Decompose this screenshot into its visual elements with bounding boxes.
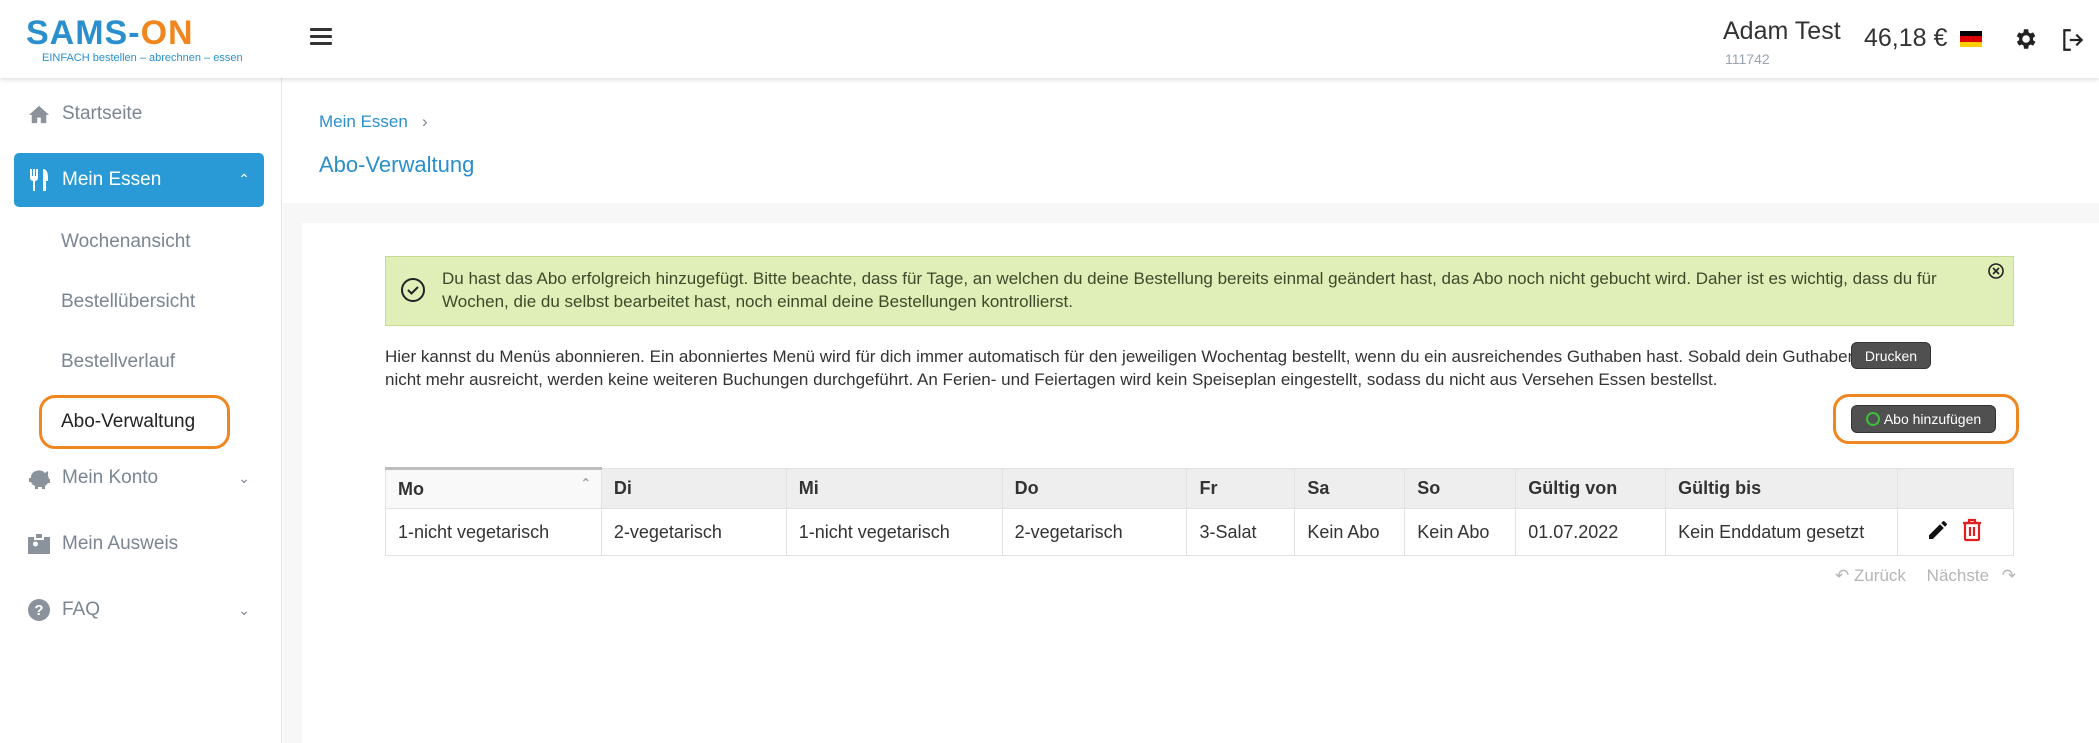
table-cell: 1-nicht vegetarisch [785,508,1003,556]
chevron-right-icon: › [422,112,428,131]
table-header-row: Mo ⌃ Di Mi Do Fr Sa So Gültig von Gültig … [385,467,2015,509]
edit-pencil-icon[interactable] [1926,518,1950,547]
column-header-gueltig-von[interactable]: Gültig von [1515,468,1667,509]
breadcrumb-link[interactable]: Mein Essen [319,112,408,132]
menu-toggle-icon[interactable] [310,28,334,50]
subscription-table: Mo ⌃ Di Mi Do Fr Sa So Gültig von Gültig … [385,467,2015,556]
page-title: Abo-Verwaltung [319,152,475,177]
table-cell: 2-vegetarisch [600,508,787,556]
alert-message: Du hast das Abo erfolgreich hinzugefügt.… [442,269,1937,311]
column-header-so[interactable]: So [1404,468,1517,509]
column-header-gueltig-bis[interactable]: Gültig bis [1665,468,1898,509]
home-icon [26,101,52,127]
top-header: SAMS-ON EINFACH bestellen – abrechnen – … [0,0,2099,78]
sidebar-subitem-bestellverlauf[interactable]: Bestellverlauf [61,351,175,373]
logo-tagline: EINFACH bestellen – abrechnen – essen [42,52,243,64]
question-icon: ? [26,597,52,623]
column-header-do[interactable]: Do [1001,468,1188,509]
sidebar-item-label: FAQ [62,599,101,620]
page-header-area [283,78,2099,203]
column-header-mi[interactable]: Mi [785,468,1003,509]
svg-text:?: ? [34,602,43,619]
user-id: 111742 [1725,51,1770,67]
pager-previous[interactable]: ↶ Zurück [1835,566,1914,585]
table-actions-cell [1896,508,2015,556]
settings-gear-icon[interactable] [2012,26,2038,52]
success-alert: Du hast das Abo erfolgreich hinzugefügt.… [385,256,2014,326]
sidebar-item-startseite[interactable]: Startseite [14,88,264,140]
table-cell: 2-vegetarisch [1001,508,1188,556]
logo-wordmark: SAMS-ON [26,14,194,52]
intro-text: Hier kannst du Menüs abonnieren. Ein abo… [385,347,1858,389]
chevron-down-icon: ⌄ [238,602,250,618]
sidebar-item-label: Mein Ausweis [62,533,179,554]
table-row: 1-nicht vegetarisch 2-vegetarisch 1-nich… [385,508,2015,556]
sidebar-item-label: Startseite [62,103,143,124]
delete-trash-icon[interactable] [1960,517,1984,548]
sort-indicator-icon: ⌃ [580,476,591,490]
column-header-di[interactable]: Di [600,468,787,509]
id-card-icon [26,531,52,557]
table-cell: 1-nicht vegetarisch [385,508,602,556]
table-cell: Kein Abo [1294,508,1406,556]
sidebar-item-mein-konto[interactable]: Mein Konto ⌄ [14,452,264,504]
user-name: Adam Test [1723,17,1841,45]
pagination: ↶ Zurück Nächste ↷ [1835,566,2024,586]
table-cell: 3-Salat [1186,508,1296,556]
check-circle-icon [400,277,426,303]
account-balance: 46,18 € [1864,24,1948,52]
piggy-bank-icon [26,465,52,491]
highlight-annotation [1833,394,2019,444]
logout-icon[interactable] [2060,27,2086,53]
table-cell: Kein Abo [1404,508,1517,556]
print-button[interactable]: Drucken [1851,342,1931,369]
column-header-actions [1896,468,2015,509]
pager-next[interactable]: Nächste ↷ [1927,566,2016,585]
sidebar-subitem-wochenansicht[interactable]: Wochenansicht [61,231,191,253]
german-flag-icon[interactable] [1960,31,1982,47]
sidebar-item-mein-ausweis[interactable]: Mein Ausweis [14,518,264,570]
sidebar-item-label: Mein Essen [62,169,162,190]
sidebar-item-faq[interactable]: ? FAQ ⌄ [14,584,264,636]
table-cell: 01.07.2022 [1515,508,1667,556]
table-cell: Kein Enddatum gesetzt [1665,508,1898,556]
chevron-down-icon: ⌄ [238,470,250,486]
app-logo[interactable]: SAMS-ON EINFACH bestellen – abrechnen – … [26,14,264,66]
cutlery-icon [26,167,52,193]
chevron-up-icon: ⌃ [238,171,250,187]
column-header-fr[interactable]: Fr [1186,468,1296,509]
column-header-sa[interactable]: Sa [1294,468,1406,509]
column-header-mo[interactable]: Mo ⌃ [385,467,602,509]
close-icon[interactable] [1987,262,2005,280]
sidebar-item-label: Mein Konto [62,467,159,488]
sidebar-item-mein-essen[interactable]: Mein Essen ⌃ [14,153,264,207]
highlight-annotation [39,395,230,449]
sidebar-subitem-bestelluebersicht[interactable]: Bestellübersicht [61,291,195,313]
